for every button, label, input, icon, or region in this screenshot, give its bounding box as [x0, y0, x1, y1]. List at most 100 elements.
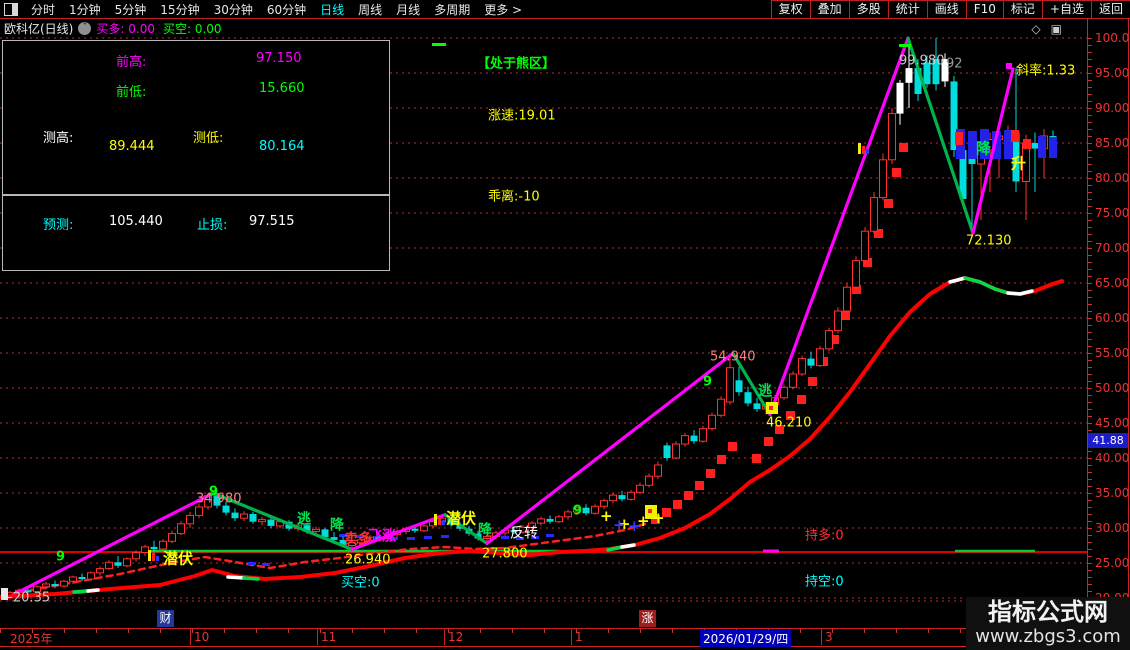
pivot-price: 34.980: [196, 492, 242, 507]
price-tick-60: 60.00: [1095, 311, 1130, 325]
signal-qianfu: 潜伏: [163, 549, 193, 567]
tool-item-叠加[interactable]: 叠加: [809, 0, 850, 18]
period-item-5分钟[interactable]: 5分钟: [115, 3, 147, 17]
tool-item-多股[interactable]: 多股: [848, 0, 889, 18]
forecast-label: 预测:: [43, 218, 74, 233]
pivot-price: 46.210: [766, 416, 812, 431]
date-tick-3: 3: [825, 630, 833, 644]
date-separator: [317, 629, 318, 645]
signal-tao: 逃: [297, 510, 311, 527]
period-item-更多 >[interactable]: 更多 >: [484, 3, 522, 17]
period-item-日线[interactable]: 日线: [320, 3, 344, 17]
count-nine: 9: [703, 375, 712, 390]
diamond-icon[interactable]: ◇: [1031, 22, 1050, 36]
date-tick-12: 12: [448, 630, 464, 644]
prev-high-label: 前高:: [116, 55, 147, 70]
start-price: ←20.35: [2, 591, 50, 606]
pivot-price: 26.940: [345, 553, 391, 568]
date-tick-10: 10: [194, 630, 210, 644]
signal-sheng: 升: [1011, 154, 1026, 172]
stop-loss-label: 止损:: [197, 218, 228, 233]
signal-jiang: 降: [330, 516, 345, 533]
pane-corner-icons: ◇▣: [1031, 22, 1072, 36]
est-high-label: 测高:: [43, 131, 74, 146]
price-tick-55: 55.00: [1095, 346, 1130, 360]
period-item-月线[interactable]: 月线: [396, 3, 420, 17]
price-tick-95: 95.00: [1095, 66, 1130, 80]
est-high-value: 89.444: [109, 139, 155, 154]
panel-divider: [3, 194, 389, 196]
period-item-周线[interactable]: 周线: [358, 3, 382, 17]
prev-low-label: 前低:: [116, 85, 147, 100]
tool-item-画线[interactable]: 画线: [926, 0, 967, 18]
date-tick-11: 11: [321, 630, 337, 644]
date-axis-ticks: [0, 629, 1087, 633]
last-price-badge: 41.88: [1088, 433, 1128, 448]
watermark-title: 指标公式网: [988, 598, 1108, 626]
buy-short-value: 0.00: [194, 22, 222, 36]
chevron-down-icon[interactable]: ˅: [78, 22, 92, 35]
signal-jiang: 降: [478, 521, 493, 538]
price-tick-85: 85.00: [1095, 136, 1130, 150]
peak-price: 99.980: [899, 54, 945, 69]
stop-loss-value: 97.515: [249, 214, 295, 229]
date-separator: [444, 629, 445, 645]
peak-price-2: 92: [946, 57, 963, 72]
tool-item-+自选[interactable]: +自选: [1041, 0, 1092, 18]
count-nine: 9: [56, 550, 65, 565]
price-tick-75: 75.00: [1095, 206, 1130, 220]
est-low-value: 80.164: [259, 139, 305, 154]
window-split-icon[interactable]: [4, 2, 18, 16]
period-item-15分钟[interactable]: 15分钟: [160, 3, 199, 17]
count-nine: 9: [573, 504, 582, 519]
maikong-value: 买空:0: [341, 576, 380, 591]
tool-item-F10[interactable]: F10: [965, 0, 1004, 18]
signal-jiang: 降: [976, 139, 992, 157]
period-item-60分钟[interactable]: 60分钟: [267, 3, 306, 17]
pivot-price: 27.800: [482, 547, 528, 562]
signal-fanzhuan: 反转: [510, 525, 538, 541]
zhang-tag[interactable]: 涨: [639, 610, 656, 627]
period-item-多周期[interactable]: 多周期: [434, 3, 470, 17]
price-tick-45: 45.00: [1095, 416, 1130, 430]
signal-feizhang: 飞涨: [368, 528, 396, 544]
chikong-value: 持空:0: [805, 575, 844, 590]
watermark: 指标公式网 www.zbgs3.com: [966, 597, 1130, 650]
svg-text:+: +: [613, 516, 626, 534]
tool-item-复权[interactable]: 复权: [770, 0, 811, 18]
period-item-分时[interactable]: 分时: [31, 3, 55, 17]
svg-text:+: +: [652, 509, 665, 527]
date-separator: [190, 629, 191, 645]
buy-long-label: 买多:: [96, 22, 125, 36]
tool-item-统计[interactable]: 统计: [887, 0, 928, 18]
period-menu: 分时 1分钟 5分钟 15分钟 30分钟 60分钟 日线 周线 月线 多周期 更多 >: [24, 0, 529, 19]
zone-label: 【处于熊区】: [477, 56, 555, 72]
signal-tao: 逃: [758, 382, 772, 399]
stock-bar: 欧科亿(日线) ˅ 买多: 0.00 买空: 0.00: [0, 20, 1130, 37]
date-highlight[interactable]: 2026/01/29/四: [700, 630, 792, 647]
top-toolbar: 分时 1分钟 5分钟 15分钟 30分钟 60分钟 日线 周线 月线 多周期 更多 > 复权 叠加 多股…: [0, 0, 1130, 19]
tool-item-标记[interactable]: 标记: [1002, 0, 1043, 18]
period-item-1分钟[interactable]: 1分钟: [69, 3, 101, 17]
signal-qianfu: 潜伏: [446, 509, 476, 527]
tool-item-返回[interactable]: 返回: [1090, 0, 1130, 18]
date-axis: 2025年 10 11 12 1 2026/01/29/四 3: [0, 628, 1130, 647]
price-axis-ticks: [1088, 38, 1092, 613]
stock-title: 欧科亿(日线): [4, 22, 74, 36]
chiduo-value: 持多:0: [805, 528, 844, 544]
pane-icon[interactable]: ▣: [1051, 22, 1072, 36]
date-tick-2025年: 2025年: [10, 632, 53, 646]
indicator-info-panel: 前高: 97.150 前低: 15.660 测高: 89.444 测低: 80.…: [2, 40, 390, 271]
price-axis: 100.0095.0090.0085.0080.0075.0070.0065.0…: [1087, 19, 1130, 650]
corner-marker: [1, 588, 8, 600]
price-tick-35: 35.00: [1095, 486, 1130, 500]
slope-label: 斜率:1.33: [1016, 63, 1075, 79]
svg-text:+: +: [628, 517, 641, 535]
period-item-30分钟[interactable]: 30分钟: [214, 3, 253, 17]
date-separator: [821, 629, 822, 645]
price-tick-70: 70.00: [1095, 241, 1130, 255]
speed-label: 涨速:19.01: [488, 109, 556, 124]
buy-long-value: 0.00: [128, 22, 155, 36]
cai-tag[interactable]: 财: [157, 610, 174, 627]
price-tick-65: 65.00: [1095, 276, 1130, 290]
